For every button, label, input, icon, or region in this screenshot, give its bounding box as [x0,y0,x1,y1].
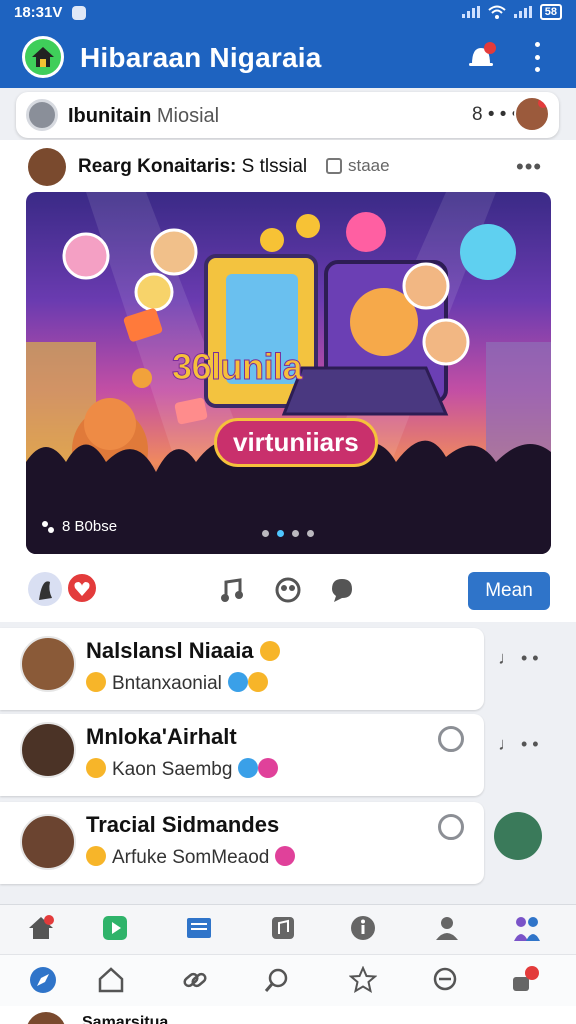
row-side-meta[interactable]: ♩ • • [498,734,539,755]
hero-views: 8 B0bse [40,518,117,535]
status-icons: 58 [461,4,562,20]
row-avatar [20,814,76,870]
home-icon[interactable] [22,36,64,78]
wifi-icon [488,5,506,19]
hero-count-label: 8 B0bse [62,518,118,535]
row-avatar [20,636,76,692]
smile-emoji-icon [86,672,106,692]
post-author-rest: S tlssial [241,156,308,177]
reaction-user-icon[interactable] [28,572,62,606]
bell-icon[interactable] [466,42,496,70]
check-circle-icon[interactable] [438,726,464,752]
info-icon[interactable] [348,913,378,943]
compass-icon[interactable] [28,965,58,995]
post-author[interactable]: Rearg Konaitaris: S tlssial [78,156,307,178]
laugh-emoji-icon [247,672,268,692]
row-subtitle: Bntanxaonial [86,672,274,695]
smile-emoji-icon [86,846,106,866]
list-item[interactable]: Tracial Sidmandes Arfuke SomMeaod [0,802,484,884]
post-hero-image[interactable]: 36lunila virtuniiars 8 B0bse [26,192,551,554]
row-avatar [20,722,76,778]
row-title: Nalslansl Niaaiа [86,638,280,664]
signal-icon-2 [513,6,532,18]
row-title: Samarsitua [82,1014,169,1024]
post-author-name: Rearg Konaitaris: [78,156,237,177]
author-avatar[interactable] [28,148,66,186]
row-title: Tracial Sidmandes [86,812,280,837]
side-avatar[interactable] [494,812,542,860]
user-icon[interactable] [432,913,462,943]
post-more-icon[interactable]: ••• [516,154,542,180]
hero-subtitle: virtuniiars [214,418,378,467]
chat-bubble-icon[interactable] [328,576,356,604]
smile-emoji-icon [259,641,280,661]
home-icon[interactable] [26,913,56,943]
main-action-button[interactable]: Mean [468,572,550,610]
post-tag-label: staae [348,156,390,175]
list-item-peek[interactable]: Samarsitua [0,1006,576,1024]
laugh-emoji-icon [275,846,296,866]
row-title: Mnloka'Airhalt [86,724,237,749]
row-subtitle: Arfuke SomMeaod [86,846,296,869]
link-icon[interactable] [180,965,210,995]
list-item[interactable]: Mnloka'Airhalt Kaon Saembg [0,714,484,796]
signal-icon [461,6,480,18]
row-side-meta[interactable]: ♩ • • [498,648,539,669]
music-icon[interactable] [268,913,298,943]
row-subtitle: Kaon Saembg [86,758,284,781]
list-item[interactable]: Nalslansl Niaaiа Bntanxaonial [0,628,484,710]
carousel-dots[interactable] [262,530,314,537]
views-icon [42,520,54,533]
tag-box-icon [326,158,342,174]
post-tag[interactable]: staae [326,156,390,176]
strip-title-rest: Miosial [151,105,220,127]
strip-title-bold: Ibunitain [68,105,152,127]
profile-avatar[interactable] [514,96,550,132]
friends-icon[interactable] [512,913,542,943]
status-time: 18:31V [14,4,63,21]
heart-emoji-icon [258,758,279,778]
app-bar: 18:31V 58 Hibaraan Nigaraia [0,0,576,88]
bottom-nav-secondary [0,954,576,1006]
bot-icon [26,99,58,131]
home-outline-icon[interactable] [96,965,126,995]
book-icon[interactable] [184,913,214,943]
smile-emoji-icon [86,758,106,778]
post-card: Rearg Konaitaris: S tlssial staae ••• 36… [0,140,576,622]
status-bar: 18:31V [14,4,87,21]
music-note-icon[interactable] [218,576,246,604]
battery-icon: 58 [539,4,562,20]
post-actions: Mean [0,570,576,614]
message-icon[interactable] [430,965,460,995]
star-icon[interactable] [348,965,378,995]
tag-emoji-icon [238,758,259,778]
notification-icon[interactable] [510,965,540,995]
check-circle-icon[interactable] [438,814,464,840]
row-avatar [26,1012,66,1024]
notification-dot-icon [72,5,87,20]
reaction-heart-icon[interactable] [66,572,98,604]
stories-strip[interactable]: Ibunitain Miosial 8 • • • • [16,92,559,138]
notification-badge-icon [538,98,548,108]
strip-title: Ibunitain Miosial [68,105,219,128]
bottom-nav-primary [0,904,576,954]
search-icon[interactable] [262,965,292,995]
more-vert-icon[interactable] [530,42,544,72]
tag-emoji-icon [227,672,248,692]
hero-title: 36lunila [171,346,303,388]
app-title: Hibaraan Nigaraia [80,42,322,73]
group-icon[interactable] [274,576,302,604]
play-icon[interactable] [100,913,130,943]
